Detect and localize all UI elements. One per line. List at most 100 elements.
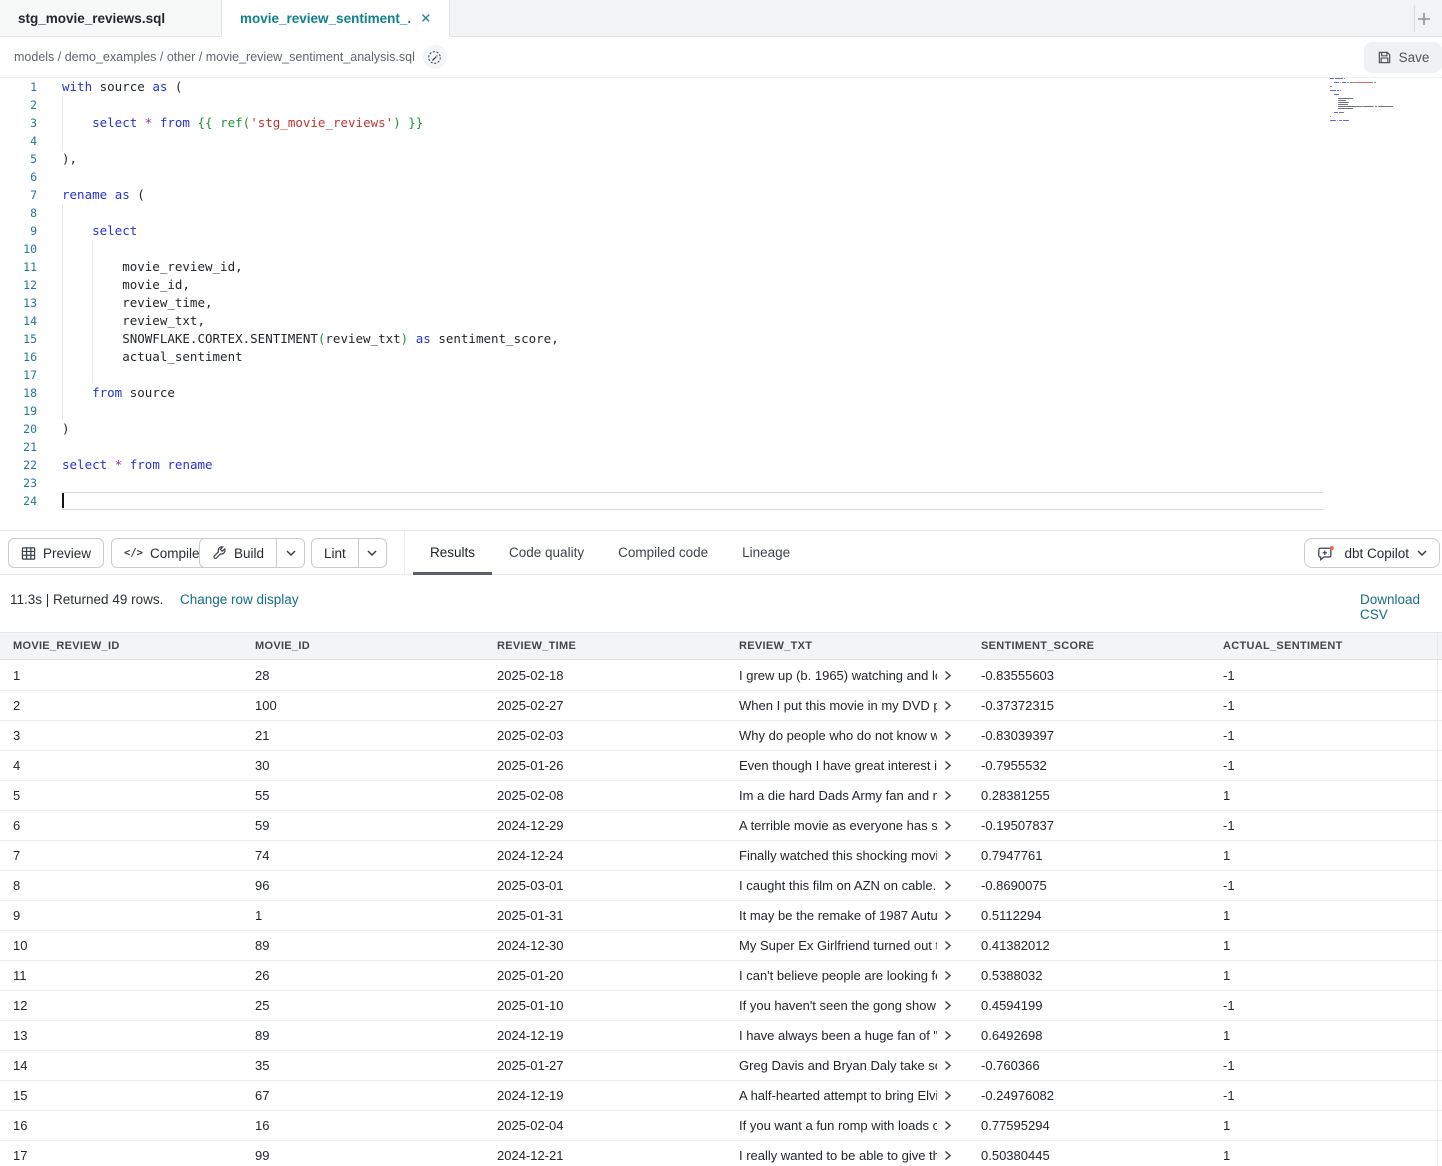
model-edit-icon[interactable] (423, 45, 447, 69)
cell-sentiment_score: 0.7947761 (968, 841, 1210, 870)
chevron-right-icon (942, 730, 953, 741)
expand-review-button[interactable] (942, 1120, 953, 1131)
expand-review-button[interactable] (942, 1030, 953, 1041)
cell-review_time: 2025-02-04 (484, 1111, 726, 1140)
tab-movie-review-sentiment[interactable]: movie_review_sentiment_... (222, 0, 450, 37)
build-button[interactable]: Build (199, 538, 305, 568)
copilot-label: dbt Copilot (1344, 546, 1409, 561)
table-row: 17992024-12-21I really wanted to be able… (0, 1141, 1442, 1166)
expand-review-button[interactable] (942, 1060, 953, 1071)
expand-review-button[interactable] (942, 820, 953, 831)
indent-guide (62, 312, 63, 330)
build-dropdown[interactable] (276, 539, 304, 567)
download-csv-link[interactable]: Download CSV (1360, 592, 1442, 622)
code-line[interactable]: 21 (0, 438, 1442, 456)
dbt-copilot-button[interactable]: dbt Copilot (1304, 538, 1440, 568)
tab-compiled-code[interactable]: Compiled code (601, 531, 725, 574)
expand-review-button[interactable] (942, 730, 953, 741)
code-line[interactable]: 16 actual_sentiment (0, 348, 1442, 366)
minimap[interactable] (1330, 78, 1412, 138)
cell-review_txt: A half-hearted attempt to bring Elvis P… (726, 1081, 968, 1110)
code-line[interactable]: 10 (0, 240, 1442, 258)
expand-review-button[interactable] (942, 1000, 953, 1011)
tab-lineage[interactable]: Lineage (725, 531, 807, 574)
code-line[interactable]: 6 (0, 168, 1442, 186)
code-line[interactable]: 24 (0, 492, 1442, 510)
code-line[interactable]: 12 movie_id, (0, 276, 1442, 294)
tab-code-quality[interactable]: Code quality (492, 531, 601, 574)
chevron-right-icon (942, 970, 953, 981)
cell-actual_sentiment: -1 (1210, 991, 1437, 1020)
cell-movie_id: 26 (242, 961, 484, 990)
table-row: 5552025-02-08Im a die hard Dads Army fan… (0, 781, 1442, 811)
expand-review-button[interactable] (942, 760, 953, 771)
expand-review-button[interactable] (942, 910, 953, 921)
cell-actual_sentiment: -1 (1210, 1051, 1437, 1080)
line-number: 10 (0, 240, 37, 258)
change-row-display-link[interactable]: Change row display (180, 592, 299, 607)
review-text: It may be the remake of 1987 Autumn'… (739, 908, 937, 923)
close-icon[interactable] (421, 13, 431, 23)
code-line[interactable]: 23 (0, 474, 1442, 492)
code-line[interactable]: 22select * from rename (0, 456, 1442, 474)
review-text: A terrible movie as everyone has said. … (739, 818, 937, 833)
wrench-icon (212, 546, 227, 561)
code-line[interactable]: 9 select (0, 222, 1442, 240)
indent-guide (62, 366, 63, 384)
expand-review-button[interactable] (942, 1090, 953, 1101)
tab-stg-movie-reviews[interactable]: stg_movie_reviews.sql (0, 0, 222, 37)
code-line[interactable]: 7rename as ( (0, 186, 1442, 204)
expand-review-button[interactable] (942, 850, 953, 861)
chevron-right-icon (942, 760, 953, 771)
cell-review_txt: I have always been a huge fan of "Hom… (726, 1021, 968, 1050)
code-editor[interactable]: 1with source as (23 select * from {{ ref… (0, 78, 1442, 530)
cell-movie_id: 99 (242, 1141, 484, 1166)
cell-movie_id: 25 (242, 991, 484, 1020)
cell-movie_id: 35 (242, 1051, 484, 1080)
table-row: 13892024-12-19I have always been a huge … (0, 1021, 1442, 1051)
review-text: Im a die hard Dads Army fan and nothi… (739, 788, 937, 803)
indent-guide (62, 330, 63, 348)
table-row: 15672024-12-19A half-hearted attempt to … (0, 1081, 1442, 1111)
code-line[interactable]: 5), (0, 150, 1442, 168)
expand-review-button[interactable] (942, 1150, 953, 1161)
cell-movie_review_id: 12 (0, 991, 242, 1020)
compile-button[interactable]: </> Compile (111, 538, 213, 568)
code-line[interactable]: 13 review_time, (0, 294, 1442, 312)
expand-review-button[interactable] (942, 970, 953, 981)
code-line[interactable]: 1with source as ( (0, 78, 1442, 96)
tab-label: Results (430, 545, 475, 560)
save-button[interactable]: Save (1364, 42, 1442, 73)
lint-button[interactable]: Lint (311, 538, 387, 568)
code-line[interactable]: 18 from source (0, 384, 1442, 402)
expand-review-button[interactable] (942, 670, 953, 681)
code-line[interactable]: 14 review_txt, (0, 312, 1442, 330)
cell-actual_sentiment: 1 (1210, 1141, 1437, 1166)
tab-results[interactable]: Results (413, 531, 492, 574)
code-line[interactable]: 11 movie_review_id, (0, 258, 1442, 276)
code-line[interactable]: 19 (0, 402, 1442, 420)
table-row: 12252025-01-10If you haven't seen the go… (0, 991, 1442, 1021)
code-line[interactable]: 17 (0, 366, 1442, 384)
expand-review-button[interactable] (942, 880, 953, 891)
new-tab-button[interactable] (1412, 7, 1436, 31)
code-line[interactable]: 20) (0, 420, 1442, 438)
preview-button[interactable]: Preview (8, 538, 104, 568)
cell-movie_id: 100 (242, 691, 484, 720)
cell-actual_sentiment: 1 (1210, 901, 1437, 930)
expand-review-button[interactable] (942, 940, 953, 951)
column-header-review_time: REVIEW_TIME (484, 633, 726, 659)
code-line[interactable]: 15 SNOWFLAKE.CORTEX.SENTIMENT(review_txt… (0, 330, 1442, 348)
lint-dropdown[interactable] (358, 539, 386, 567)
code-line[interactable]: 3 select * from {{ ref('stg_movie_review… (0, 114, 1442, 132)
cell-movie_review_id: 8 (0, 871, 242, 900)
code-line[interactable]: 8 (0, 204, 1442, 222)
code-line[interactable]: 2 (0, 96, 1442, 114)
expand-review-button[interactable] (942, 700, 953, 711)
compile-label: Compile (150, 546, 200, 561)
indent-guide (92, 258, 93, 276)
chevron-right-icon (942, 850, 953, 861)
code-line[interactable]: 4 (0, 132, 1442, 150)
expand-review-button[interactable] (942, 790, 953, 801)
indent-guide (62, 114, 63, 132)
